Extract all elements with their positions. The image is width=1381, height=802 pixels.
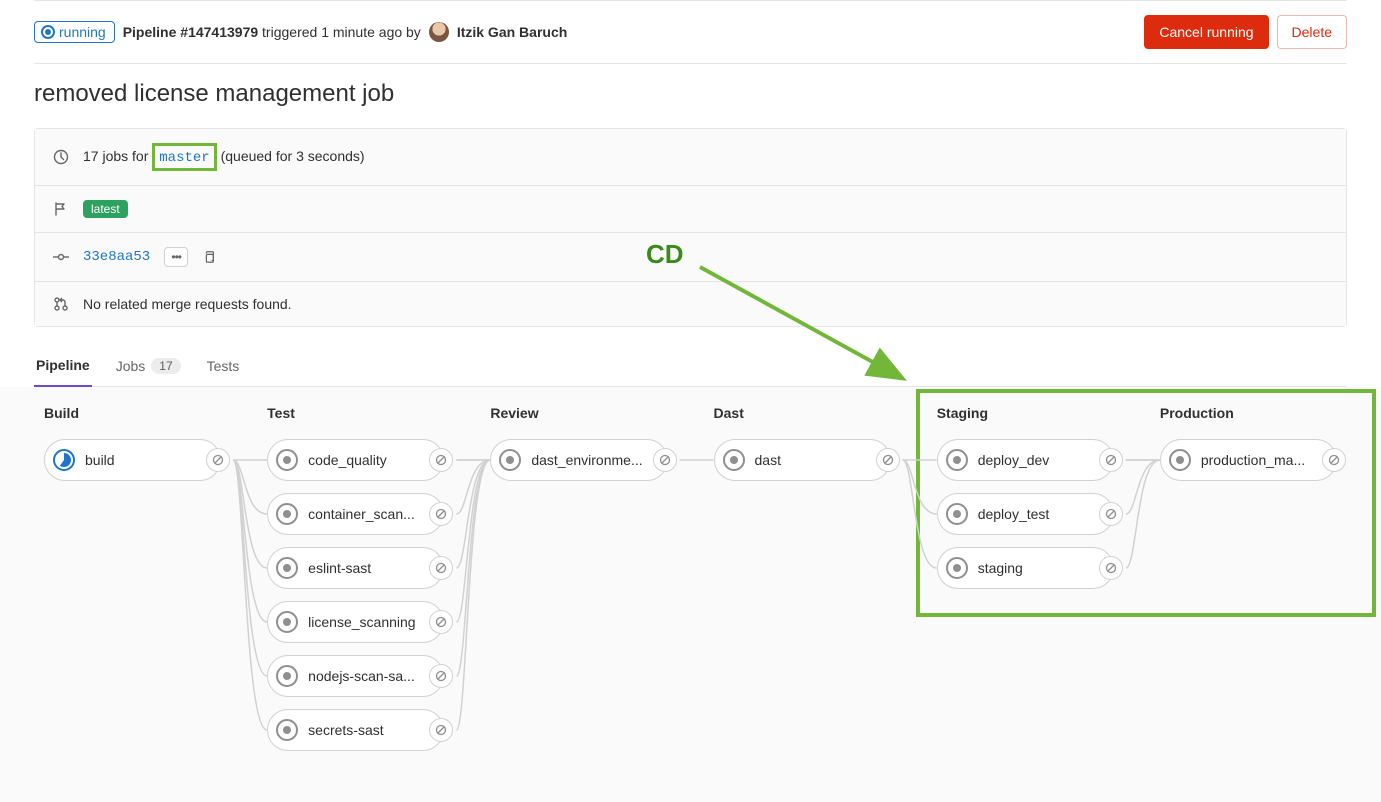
status-created-icon (723, 449, 745, 471)
page-title: removed license management job (34, 80, 1347, 108)
status-created-icon (276, 611, 298, 633)
stage-title: Production (1160, 405, 1337, 421)
stage-title: Dast (714, 405, 891, 421)
commit-link[interactable]: 33e8aa53 (83, 249, 150, 265)
stage-column: Build build (44, 405, 221, 763)
job-pill[interactable]: dast_environme... (490, 439, 667, 481)
job-pill[interactable]: deploy_test (937, 493, 1114, 535)
delete-button[interactable]: Delete (1277, 15, 1347, 49)
job-pill[interactable]: nodejs-scan-sa... (267, 655, 444, 697)
status-created-icon (1169, 449, 1191, 471)
status-created-icon (276, 503, 298, 525)
cancel-job-icon[interactable] (429, 610, 453, 634)
job-pill[interactable]: secrets-sast (267, 709, 444, 751)
cancel-job-icon[interactable] (429, 556, 453, 580)
job-pill[interactable]: staging (937, 547, 1114, 589)
mr-text: No related merge requests found. (83, 296, 292, 312)
running-icon (41, 25, 55, 39)
status-created-icon (946, 557, 968, 579)
tab-jobs[interactable]: Jobs 17 (114, 345, 183, 386)
status-created-icon (276, 719, 298, 741)
commit-menu-button[interactable]: ••• (164, 247, 188, 267)
cancel-job-icon[interactable] (429, 718, 453, 742)
job-name: eslint-sast (308, 560, 435, 576)
cancel-job-icon[interactable] (429, 664, 453, 688)
cancel-running-button[interactable]: Cancel running (1144, 15, 1268, 49)
status-running-icon (53, 449, 75, 471)
job-name: deploy_test (978, 506, 1105, 522)
mr-row: No related merge requests found. (35, 282, 1346, 326)
cancel-job-icon[interactable] (653, 448, 677, 472)
job-name: code_quality (308, 452, 435, 468)
pipeline-info-panel: 17 jobs for master (queued for 3 seconds… (34, 128, 1347, 327)
job-pill[interactable]: code_quality (267, 439, 444, 481)
pipeline-info: Pipeline #147413979 triggered 1 minute a… (123, 24, 421, 40)
job-name: dast (755, 452, 882, 468)
pipeline-graph: Build build Test code_quality container_scan… (44, 405, 1337, 763)
stage-column: Staging deploy_dev deploy_teststaging (937, 405, 1114, 763)
cancel-job-icon[interactable] (1099, 556, 1123, 580)
cancel-job-icon[interactable] (876, 448, 900, 472)
commit-icon (53, 249, 69, 265)
jobs-count-badge: 17 (151, 358, 180, 374)
status-created-icon (946, 449, 968, 471)
stage-column: Dast dast (714, 405, 891, 763)
stage-column: Review dast_environme... (490, 405, 667, 763)
status-created-icon (499, 449, 521, 471)
flag-icon (53, 201, 69, 217)
job-name: staging (978, 560, 1105, 576)
job-pill[interactable]: dast (714, 439, 891, 481)
job-name: deploy_dev (978, 452, 1105, 468)
stage-title: Build (44, 405, 221, 421)
copy-sha-button[interactable] (202, 250, 216, 264)
stage-title: Review (490, 405, 667, 421)
clock-icon (53, 149, 69, 165)
cancel-job-icon[interactable] (429, 448, 453, 472)
latest-row: latest (35, 186, 1346, 233)
avatar[interactable] (429, 22, 449, 42)
job-name: license_scanning (308, 614, 435, 630)
status-created-icon (276, 665, 298, 687)
latest-badge: latest (83, 200, 128, 218)
job-pill[interactable]: license_scanning (267, 601, 444, 643)
job-name: container_scan... (308, 506, 435, 522)
cancel-job-icon[interactable] (429, 502, 453, 526)
user-link[interactable]: Itzik Gan Baruch (457, 24, 567, 40)
stage-column: Production production_ma... (1160, 405, 1337, 763)
cancel-job-icon[interactable] (1322, 448, 1346, 472)
job-pill[interactable]: production_ma... (1160, 439, 1337, 481)
job-name: nodejs-scan-sa... (308, 668, 435, 684)
cancel-job-icon[interactable] (1099, 502, 1123, 526)
tabs: Pipeline Jobs 17 Tests (34, 345, 1347, 387)
job-pill[interactable]: build (44, 439, 221, 481)
stage-title: Test (267, 405, 444, 421)
cancel-job-icon[interactable] (206, 448, 230, 472)
job-pill[interactable]: deploy_dev (937, 439, 1114, 481)
job-name: build (85, 452, 212, 468)
stage-title: Staging (937, 405, 1114, 421)
tab-pipeline[interactable]: Pipeline (34, 345, 92, 387)
job-pill[interactable]: eslint-sast (267, 547, 444, 589)
cancel-job-icon[interactable] (1099, 448, 1123, 472)
status-label: running (59, 24, 106, 40)
job-name: secrets-sast (308, 722, 435, 738)
status-created-icon (946, 503, 968, 525)
cd-annotation-label: CD (646, 239, 684, 270)
merge-request-icon (53, 296, 69, 312)
branch-highlight: master (152, 143, 216, 171)
stage-column: Test code_quality container_scan... eslint-… (267, 405, 444, 763)
status-created-icon (276, 557, 298, 579)
job-pill[interactable]: container_scan... (267, 493, 444, 535)
commit-row: 33e8aa53 ••• (35, 233, 1346, 282)
branch-link[interactable]: master (155, 150, 213, 166)
pipeline-header: running Pipeline #147413979 triggered 1 … (34, 1, 1347, 63)
tab-tests[interactable]: Tests (205, 345, 242, 386)
job-name: dast_environme... (531, 452, 658, 468)
status-created-icon (276, 449, 298, 471)
status-badge[interactable]: running (34, 21, 115, 43)
jobs-row: 17 jobs for master (queued for 3 seconds… (35, 129, 1346, 186)
job-name: production_ma... (1201, 452, 1328, 468)
